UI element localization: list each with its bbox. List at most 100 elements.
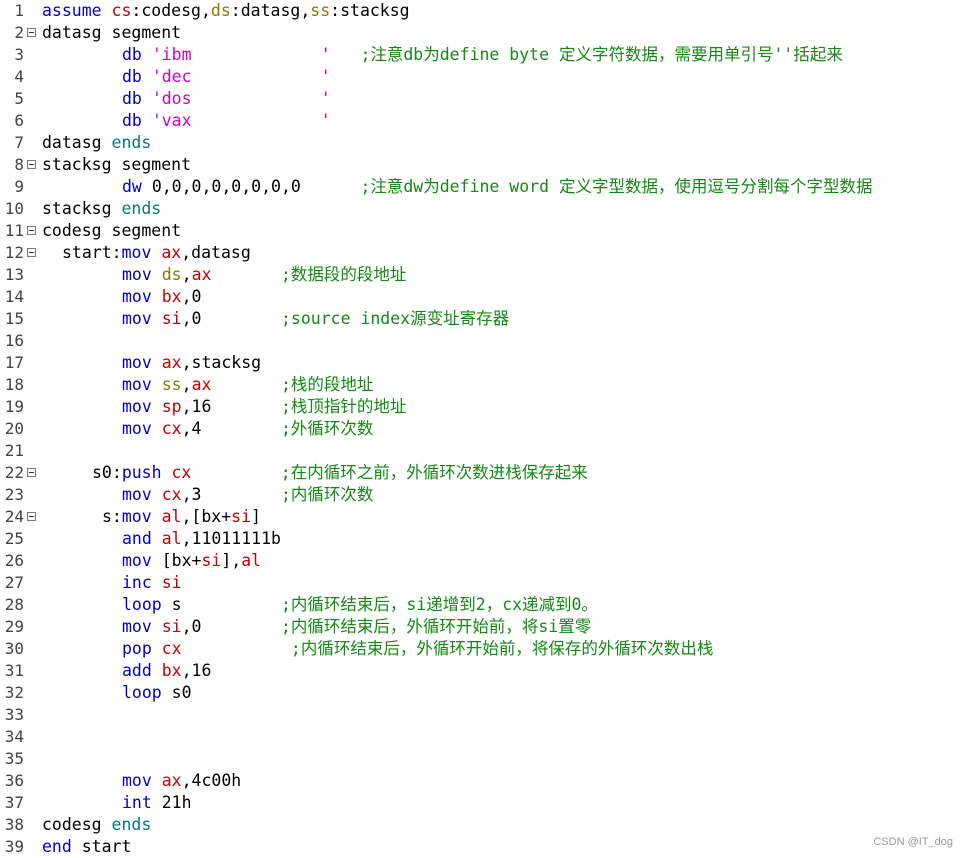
code-text: end start: [42, 836, 131, 858]
code-line[interactable]: 25 and al,11011111b: [0, 528, 967, 550]
code-token: 'ibm ': [151, 45, 331, 64]
code-editor[interactable]: 1 assume cs:codesg,ds:datasg,ss:stacksg 2 d…: [0, 0, 967, 858]
code-line[interactable]: 38 codesg ends: [0, 814, 967, 836]
fold-toggle-icon[interactable]: [27, 468, 36, 477]
code-text: pop cx ;内循环结束后，外循环开始前，将保存的外循环次数出栈: [122, 638, 713, 660]
code-token: mov: [122, 551, 162, 570]
code-line[interactable]: 2 datasg segment: [0, 22, 967, 44]
fold-toggle-icon[interactable]: [27, 512, 36, 521]
code-line[interactable]: 11 codesg segment: [0, 220, 967, 242]
code-line[interactable]: 6 db 'vax ': [0, 110, 967, 132]
code-text: add bx,16: [122, 660, 211, 682]
code-line[interactable]: 36 mov ax,4c00h: [0, 770, 967, 792]
code-line[interactable]: 5 db 'dos ': [0, 88, 967, 110]
code-token: si: [231, 507, 252, 526]
fold-toggle-icon[interactable]: [27, 160, 36, 169]
code-comment: ;数据段的段地址: [280, 265, 407, 284]
code-line[interactable]: 32 loop s0: [0, 682, 967, 704]
code-token: ,4c00h: [181, 771, 242, 790]
code-comment: ;在内循环之前，外循环次数进栈保存起来: [280, 463, 588, 482]
code-line[interactable]: 30 pop cx ;内循环结束后，外循环开始前，将保存的外循环次数出栈: [0, 638, 967, 660]
code-line[interactable]: 1 assume cs:codesg,ds:datasg,ss:stacksg: [0, 0, 967, 22]
code-token: ],: [221, 551, 242, 570]
code-token: cs: [111, 1, 132, 20]
code-line[interactable]: 31 add bx,16: [0, 660, 967, 682]
code-line[interactable]: 20 mov cx,4 ;外循环次数: [0, 418, 967, 440]
code-line[interactable]: 8 stacksg segment: [0, 154, 967, 176]
line-number: 4: [14, 67, 24, 86]
line-number: 6: [14, 111, 24, 130]
code-token: ,16: [181, 661, 212, 680]
code-line[interactable]: 7 datasg ends: [0, 132, 967, 154]
line-number: 10: [4, 199, 24, 218]
code-token: si: [161, 309, 182, 328]
code-text: codesg segment: [42, 220, 181, 242]
code-token: al: [161, 529, 182, 548]
code-token: inc: [122, 573, 162, 592]
code-line[interactable]: 17 mov ax,stacksg: [0, 352, 967, 374]
code-token: 'dos ': [151, 89, 331, 108]
code-line[interactable]: 26 mov [bx+si],al: [0, 550, 967, 572]
line-number: 36: [4, 771, 24, 790]
code-token: [bx+: [161, 551, 202, 570]
line-number: 33: [4, 705, 24, 724]
code-line[interactable]: 3 db 'ibm ' ;注意db为define byte 定义字符数据，需要用单…: [0, 44, 967, 66]
code-line[interactable]: 35: [0, 748, 967, 770]
code-line[interactable]: 37 int 21h: [0, 792, 967, 814]
code-line[interactable]: 24 s:mov al,[bx+si]: [0, 506, 967, 528]
code-text: stacksg ends: [42, 198, 161, 220]
code-token: mov: [122, 265, 162, 284]
fold-toggle-icon[interactable]: [27, 248, 36, 257]
code-text: mov ds,ax ;数据段的段地址: [122, 264, 406, 286]
code-line[interactable]: 13 mov ds,ax ;数据段的段地址: [0, 264, 967, 286]
code-line[interactable]: 34: [0, 726, 967, 748]
code-line[interactable]: 22 s0:push cx ;在内循环之前，外循环次数进栈保存起来: [0, 462, 967, 484]
code-line[interactable]: 15 mov si,0 ;source index源变址寄存器: [0, 308, 967, 330]
code-token: mov: [122, 419, 162, 438]
fold-toggle-icon[interactable]: [27, 28, 36, 37]
code-line[interactable]: 9 dw 0,0,0,0,0,0,0,0 ;注意dw为define word 定义…: [0, 176, 967, 198]
code-text: db 'ibm ' ;注意db为define byte 定义字符数据，需要用单引…: [122, 44, 843, 66]
code-line[interactable]: 33: [0, 704, 967, 726]
code-line[interactable]: 29 mov si,0 ;内循环结束后，外循环开始前，将si置零: [0, 616, 967, 638]
code-token: db: [122, 89, 152, 108]
code-text: start:mov ax,datasg: [62, 242, 251, 264]
code-text: s:mov al,[bx+si]: [102, 506, 261, 528]
code-token: mov: [121, 507, 162, 526]
code-token: ds: [161, 265, 182, 284]
code-token: mov: [121, 243, 162, 262]
code-line[interactable]: 19 mov sp,16 ;栈顶指针的地址: [0, 396, 967, 418]
code-text: assume cs:codesg,ds:datasg,ss:stacksg: [42, 0, 410, 22]
code-line[interactable]: 28 loop s ;内循环结束后，si递增到2，cx递减到0。: [0, 594, 967, 616]
code-line[interactable]: 4 db 'dec ': [0, 66, 967, 88]
code-line[interactable]: 39 end start: [0, 836, 967, 858]
code-text: mov bx,0: [122, 286, 202, 308]
code-line[interactable]: 14 mov bx,0: [0, 286, 967, 308]
line-number: 23: [4, 485, 24, 504]
code-line[interactable]: 10 stacksg ends: [0, 198, 967, 220]
line-number: 2: [14, 23, 24, 42]
code-line[interactable]: 27 inc si: [0, 572, 967, 594]
code-token: bx: [161, 661, 182, 680]
code-line[interactable]: 18 mov ss,ax ;栈的段地址: [0, 374, 967, 396]
code-token: ss: [161, 375, 182, 394]
code-line[interactable]: 23 mov cx,3 ;内循环次数: [0, 484, 967, 506]
line-number: 16: [4, 331, 24, 350]
code-token: ,[bx+: [181, 507, 232, 526]
code-line[interactable]: 21: [0, 440, 967, 462]
code-token: ends: [121, 199, 162, 218]
code-comment: ;外循环次数: [280, 419, 374, 438]
code-token: cx: [161, 485, 182, 504]
code-line[interactable]: 12 start:mov ax,datasg: [0, 242, 967, 264]
fold-toggle-icon[interactable]: [27, 226, 36, 235]
line-number: 35: [4, 749, 24, 768]
code-line[interactable]: 16: [0, 330, 967, 352]
code-token: push: [121, 463, 172, 482]
code-token: al: [161, 507, 182, 526]
code-token: ax: [161, 353, 182, 372]
code-token: ax: [161, 243, 182, 262]
code-text: datasg segment: [42, 22, 181, 44]
